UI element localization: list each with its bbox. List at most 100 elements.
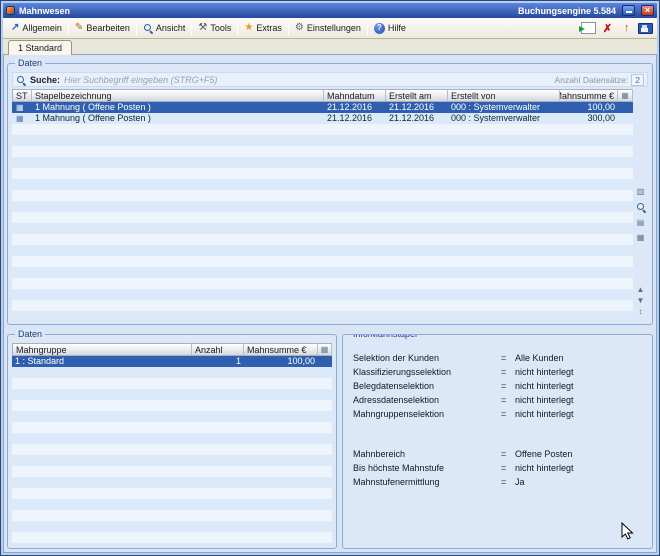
toolbar-button-label: Tools: [210, 23, 231, 33]
mahngruppen-empty-rows: [12, 367, 332, 544]
search-row: Suche: Anzahl Datensätze: 2: [12, 72, 648, 87]
table-row[interactable]: 1 : Standard1100,00: [12, 356, 332, 367]
info-row: Mahnstufenermittlung=Ja: [353, 475, 642, 489]
export-icon[interactable]: [581, 22, 596, 34]
toolbar-button-label: Ansicht: [156, 23, 186, 33]
toolbar-button-hilfe[interactable]: ?Hilfe: [370, 21, 410, 36]
cell-erstellt-am: 21.12.2016: [386, 102, 448, 113]
info-separator: =: [501, 381, 515, 391]
info-label: Mahnstufenermittlung: [353, 477, 501, 487]
scroll-up-icon[interactable]: ▲: [637, 285, 645, 294]
column-header[interactable]: Mahnsumme €: [244, 343, 318, 356]
scroll-down-icon[interactable]: ▼: [637, 296, 645, 305]
toolbar-button-label: Allgemein: [22, 23, 62, 33]
cell-mahngruppe: 1 : Standard: [12, 356, 192, 367]
info-separator: =: [501, 395, 515, 405]
help-icon: ?: [374, 23, 385, 34]
mahngruppen-header: MahngruppeAnzahlMahnsumme €▦: [12, 343, 332, 356]
report-icon[interactable]: ▤: [637, 218, 645, 227]
toolbar-button-ansicht[interactable]: Ansicht: [139, 21, 190, 35]
cell-anzahl: 1: [192, 356, 244, 367]
toolbar-separator: [191, 22, 192, 35]
table-row[interactable]: ▦1 Mahnung ( Offene Posten )21.12.201621…: [12, 102, 633, 113]
scroll-end-icon[interactable]: ↕: [638, 307, 642, 316]
toolbar-separator: [68, 22, 69, 35]
cell-stapelbezeichnung: 1 Mahnung ( Offene Posten ): [32, 113, 324, 124]
info-section: Mahnbereich=Offene PostenBis höchste Mah…: [353, 447, 642, 489]
stapel-header: STStapelbezeichnungMahndatumErstellt amE…: [12, 89, 633, 102]
side-toolbar: ▥ ▤ ▦: [636, 187, 646, 242]
toolbar-button-label: Einstellungen: [307, 23, 361, 33]
column-header[interactable]: ST: [12, 89, 32, 102]
minimize-button[interactable]: [622, 5, 635, 16]
toolbar-button-tools[interactable]: ⚒Tools: [194, 21, 235, 35]
bottom-row: Daten MahngruppeAnzahlMahnsumme €▦ 1 : S…: [7, 334, 653, 549]
info-value: nicht hinterlegt: [515, 381, 642, 391]
toolbar: ↗Allgemein ✎Bearbeiten Ansicht ⚒Tools ★Extra…: [3, 18, 657, 39]
info-row: Mahngruppenselektion=nicht hinterlegt: [353, 407, 642, 421]
stapel-rows: ▦1 Mahnung ( Offene Posten )21.12.201621…: [12, 102, 633, 124]
toolbar-items: ↗Allgemein ✎Bearbeiten Ansicht ⚒Tools ★Extra…: [7, 21, 410, 36]
column-header[interactable]: Stapelbezeichnung: [32, 89, 324, 102]
info-separator: =: [501, 449, 515, 459]
info-row: Adressdatenselektion=nicht hinterlegt: [353, 393, 642, 407]
table-options-icon[interactable]: ▦: [318, 343, 332, 356]
info-row: Bis höchste Mahnstufe=nicht hinterlegt: [353, 461, 642, 475]
info-separator: =: [501, 463, 515, 473]
toolbar-button-allgemein[interactable]: ↗Allgemein: [7, 21, 66, 35]
toolbar-button-einstellungen[interactable]: ⚙Einstellungen: [291, 21, 365, 35]
info-value: nicht hinterlegt: [515, 367, 642, 377]
info-separator: =: [501, 409, 515, 419]
main-panel: Daten Suche: Anzahl Datensätze: 2 STStap…: [3, 55, 657, 553]
record-count-label: Anzahl Datensätze:: [555, 75, 629, 85]
toolbar-separator: [237, 22, 238, 35]
table-options-icon[interactable]: ▦: [618, 89, 633, 102]
table-row[interactable]: ▦1 Mahnung ( Offene Posten )21.12.201621…: [12, 113, 633, 124]
info-label: Klassifizierungsselektion: [353, 367, 501, 377]
cell-mahndatum: 21.12.2016: [324, 113, 386, 124]
record-count-value: 2: [631, 74, 644, 86]
toolbar-button-extras[interactable]: ★Extras: [240, 21, 285, 35]
close-button[interactable]: ×: [641, 5, 654, 16]
info-label: Belegdatenselektion: [353, 381, 501, 391]
delete-icon[interactable]: ✗: [600, 21, 615, 35]
side-strip: ▥ ▤ ▦ ▲ ▼ ↕: [633, 89, 648, 320]
print-icon[interactable]: ▦: [637, 233, 645, 242]
toolbar-right: ✗↑: [581, 21, 653, 35]
search-icon: [16, 75, 26, 85]
info-value: nicht hinterlegt: [515, 395, 642, 405]
info-entries: Selektion der Kunden=Alle KundenKlassifi…: [353, 351, 642, 489]
extras-icon: ★: [244, 23, 253, 33]
tools-icon: ⚒: [198, 23, 207, 33]
titlebar: Mahnwesen Buchungsengine 5.584 ×: [3, 3, 657, 18]
info-row: Mahnbereich=Offene Posten: [353, 447, 642, 461]
info-label: Bis höchste Mahnstufe: [353, 463, 501, 473]
stapel-table: STStapelbezeichnungMahndatumErstellt amE…: [12, 89, 648, 320]
column-header[interactable]: Mahngruppe: [12, 343, 192, 356]
column-header[interactable]: Mahnsumme €: [560, 89, 618, 102]
column-header[interactable]: Anzahl: [192, 343, 244, 356]
column-header[interactable]: Erstellt am: [386, 89, 448, 102]
info-value: nicht hinterlegt: [515, 463, 642, 473]
search-input[interactable]: [64, 75, 551, 85]
column-header[interactable]: Mahndatum: [324, 89, 386, 102]
window-version: Buchungsengine 5.584: [518, 6, 616, 16]
cell-mahnsumme: 100,00: [244, 356, 318, 367]
tabstrip: 1 Standard: [3, 39, 657, 55]
window-title: Mahnwesen: [19, 6, 70, 16]
pencil-icon: ✎: [75, 23, 83, 33]
tab-standard[interactable]: 1 Standard: [8, 40, 72, 55]
upload-icon[interactable]: ↑: [619, 21, 634, 35]
info-label: Selektion der Kunden: [353, 353, 501, 363]
column-header[interactable]: Erstellt von: [448, 89, 560, 102]
save-icon[interactable]: [638, 23, 653, 34]
magnifier-icon: [143, 23, 153, 33]
toolbar-button-bearbeiten[interactable]: ✎Bearbeiten: [71, 21, 134, 35]
toolbar-button-label: Hilfe: [388, 23, 406, 33]
info-section: Selektion der Kunden=Alle KundenKlassifi…: [353, 351, 642, 421]
record-count: Anzahl Datensätze: 2: [555, 74, 644, 86]
cell-erstellt-am: 21.12.2016: [386, 113, 448, 124]
zoom-icon[interactable]: [636, 202, 646, 212]
columns-icon[interactable]: ▥: [637, 187, 645, 196]
stapel-group-legend: Daten: [15, 58, 45, 69]
